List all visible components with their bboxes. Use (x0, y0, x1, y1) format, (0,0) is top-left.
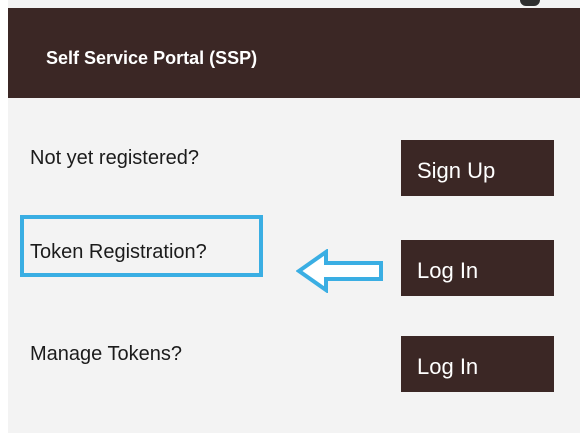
token-registration-login-button[interactable]: Log In (401, 240, 554, 296)
manage-tokens-login-button[interactable]: Log In (401, 336, 554, 392)
manage-tokens-label: Manage Tokens? (30, 343, 182, 365)
not-registered-label: Not yet registered? (30, 147, 199, 169)
window-corner-decoration (520, 0, 540, 6)
arrow-left-icon (296, 249, 383, 293)
portal-title: Self Service Portal (SSP) (46, 48, 258, 68)
highlight-box (20, 215, 263, 277)
portal-header: Self Service Portal (SSP) (8, 8, 580, 98)
sign-up-button[interactable]: Sign Up (401, 140, 554, 196)
